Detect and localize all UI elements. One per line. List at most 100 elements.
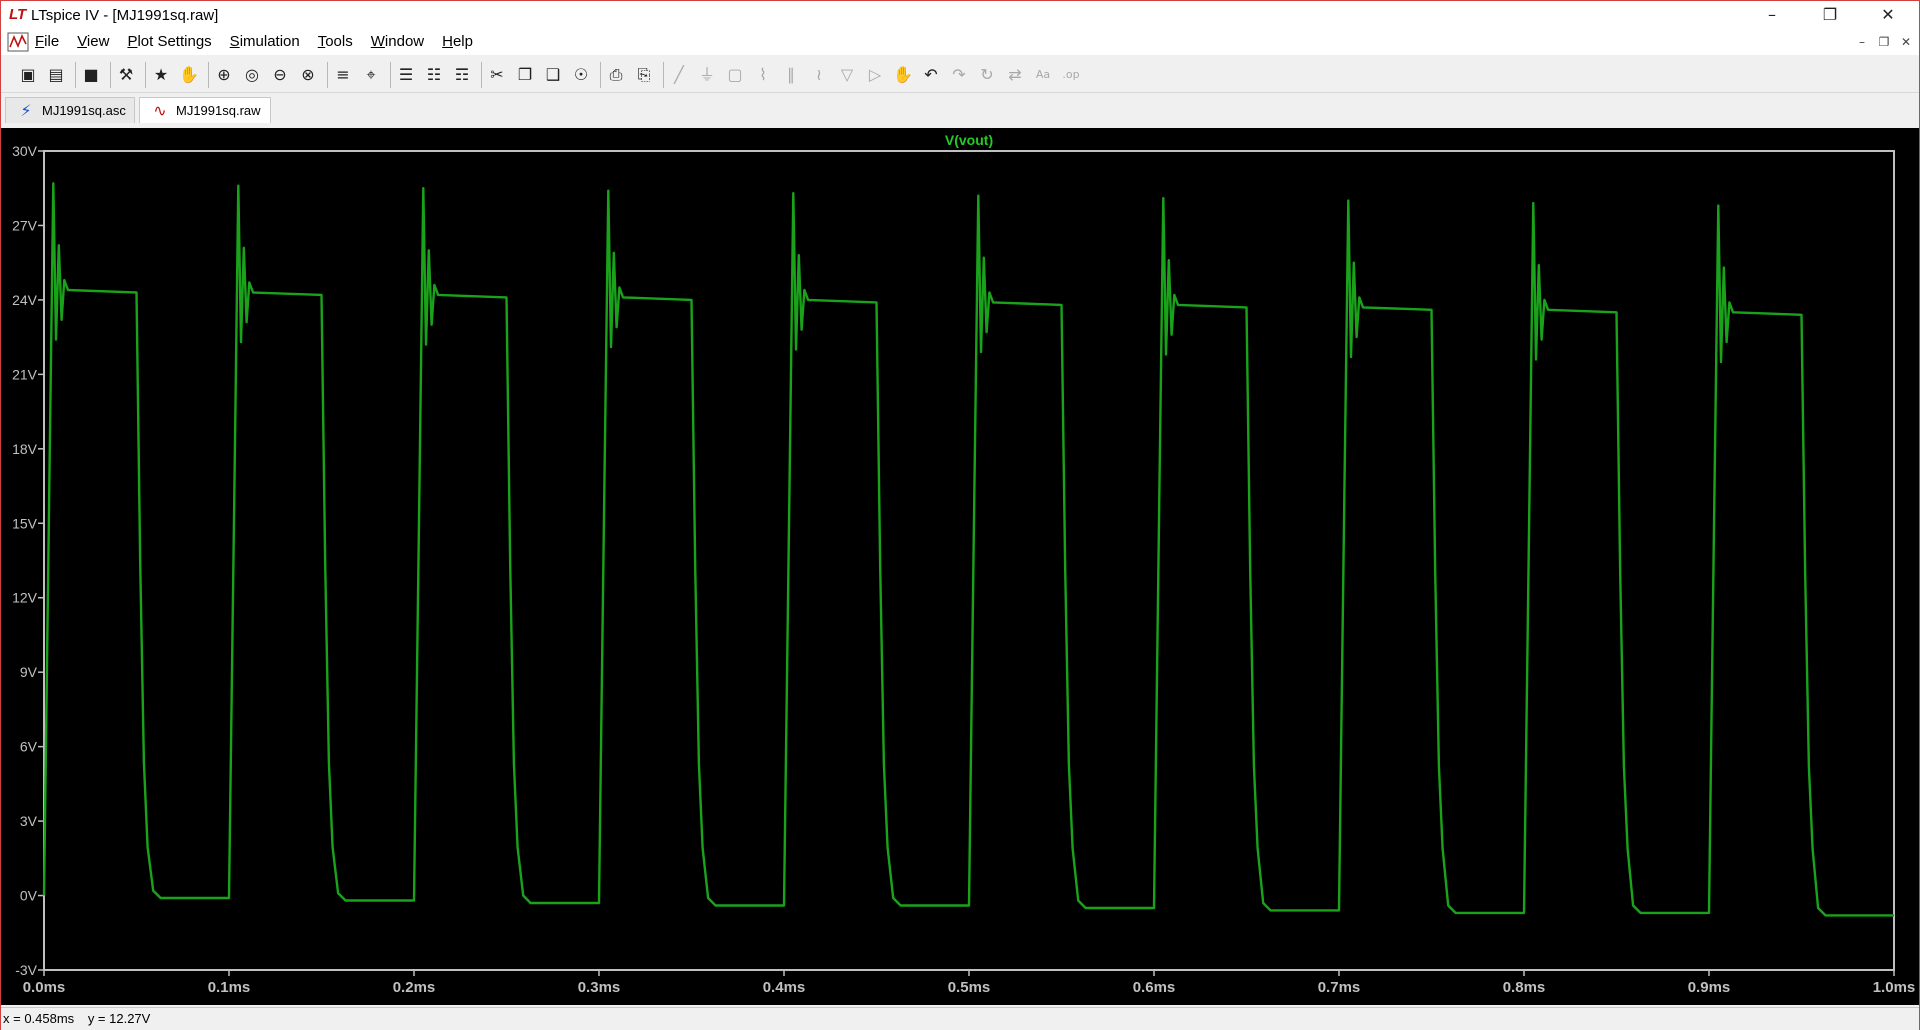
x-tick-label: 1.0ms [1873, 979, 1916, 996]
y-tick-label: 15V [12, 515, 38, 531]
menu-bar: File View Plot Settings Simulation Tools Wind… [1, 29, 1919, 55]
x-tick-label: 0.0ms [23, 979, 66, 996]
menu-simulation[interactable]: Simulation [230, 33, 300, 50]
menu-file[interactable]: File [35, 33, 59, 50]
x-tick-label: 0.2ms [393, 979, 436, 996]
copy-icon[interactable]: ❐ [514, 64, 536, 86]
rotate-icon[interactable]: ↻ [976, 64, 998, 86]
new-schematic-icon[interactable]: ▣ [17, 64, 39, 86]
spice-directive-icon[interactable]: .op [1060, 64, 1082, 86]
menu-accelerator: P [127, 33, 138, 50]
mdi-minimize-button[interactable]: – [1853, 34, 1871, 50]
find-icon[interactable]: ☉ [570, 64, 592, 86]
zoom-fit-icon[interactable]: ⊗ [297, 64, 319, 86]
x-tick-label: 0.5ms [948, 979, 991, 996]
menu-accelerator: V [77, 33, 87, 50]
y-tick-label: 24V [12, 292, 38, 308]
zoom-in-icon[interactable]: ⊕ [213, 64, 235, 86]
title-bar[interactable]: LT LTspice IV - [MJ1991sq.raw] – ❐ ✕ [1, 1, 1919, 29]
schematic-icon: ⚡ [20, 101, 32, 120]
diode-icon[interactable]: ▽ [836, 64, 858, 86]
paste-icon[interactable]: ❑ [542, 64, 564, 86]
tab-label: MJ1991sq.raw [176, 103, 261, 118]
x-tick-label: 0.6ms [1133, 979, 1176, 996]
restore-button[interactable]: ❐ [1801, 1, 1859, 29]
redo-icon[interactable]: ↷ [948, 64, 970, 86]
toolbar-separator [663, 62, 664, 88]
x-tick-label: 0.7ms [1318, 979, 1361, 996]
pan-hand-icon[interactable]: ✋ [178, 64, 200, 86]
mirror-icon[interactable]: ⇄ [1004, 64, 1026, 86]
y-tick-label: 30V [12, 143, 38, 159]
x-tick-label: 0.1ms [208, 979, 251, 996]
cursor-x-readout: x = 0.458ms [3, 1011, 75, 1026]
run-icon[interactable]: ★ [150, 64, 172, 86]
resistor-icon[interactable]: ⌇ [752, 64, 774, 86]
cut-icon[interactable]: ✂ [486, 64, 508, 86]
toolbar-separator [600, 62, 601, 88]
capacitor-icon[interactable]: ∥ [780, 64, 802, 86]
x-tick-label: 0.9ms [1688, 979, 1731, 996]
y-tick-label: 6V [20, 739, 38, 755]
cascade-icon[interactable]: ☷ [423, 64, 445, 86]
y-tick-label: 9V [20, 664, 38, 680]
menu-help[interactable]: Help [442, 33, 473, 50]
mdi-close-button[interactable]: ✕ [1897, 34, 1915, 50]
autorange-icon[interactable]: ≡ [332, 64, 354, 86]
menu-accelerator: S [229, 33, 240, 50]
ltspice-logo-icon: LT [9, 6, 27, 23]
cursor-y-readout: y = 12.27V [87, 1011, 151, 1026]
toolbar-separator [327, 62, 328, 88]
component-icon[interactable]: ▷ [864, 64, 886, 86]
plot-canvas[interactable]: V(vout)30V27V24V21V18V15V12V9V6V3V0V-3V0… [1, 128, 1919, 1005]
inductor-icon[interactable]: ≀ [808, 64, 830, 86]
x-tick-label: 0.3ms [578, 979, 621, 996]
menu-accelerator: T [317, 33, 326, 50]
mdi-restore-button[interactable]: ❐ [1875, 34, 1893, 50]
plot-area-icon[interactable]: ⌖ [360, 64, 382, 86]
toolbar-separator [390, 62, 391, 88]
toolbar-separator [110, 62, 111, 88]
open-icon[interactable]: ▤ [45, 64, 67, 86]
control-panel-icon[interactable]: ⚒ [115, 64, 137, 86]
window-title: LTspice IV - [MJ1991sq.raw] [31, 7, 219, 24]
print-preview-icon[interactable]: ⎙ [605, 64, 627, 86]
wire-icon[interactable]: ╱ [668, 64, 690, 86]
save-icon[interactable]: ■ [80, 64, 102, 86]
toolbar-separator [145, 62, 146, 88]
menu-window[interactable]: Window [371, 33, 424, 50]
trace-vout-line [42, 182, 1894, 917]
y-tick-label: 27V [12, 217, 38, 233]
y-tick-label: 3V [20, 813, 38, 829]
y-tick-label: 0V [20, 888, 38, 904]
menu-accelerator: W [370, 33, 385, 50]
close-button[interactable]: ✕ [1859, 1, 1917, 29]
app-window: LT LTspice IV - [MJ1991sq.raw] – ❐ ✕ Fil… [0, 0, 1920, 1030]
zoom-out-icon[interactable]: ⊖ [269, 64, 291, 86]
print-icon[interactable]: ⎘ [633, 64, 655, 86]
menu-view[interactable]: View [77, 33, 109, 50]
zoom-area-icon[interactable]: ◎ [241, 64, 263, 86]
toolbar: ▣ ▤ ■ ⚒ ★ ✋ ⊕ ◎ ⊖ ⊗ ≡ ⌖ ☰ ☷ ☶ ✂ ❐ ❑ ☉ ⎙ ⎘ ╱ ⏚ ▢ ⌇ ∥ ≀ ▽ ▷ ✋ ↶ ↷ ↻ ⇄ Aa .op [1, 56, 1919, 93]
status-bar: x = 0.458ms y = 12.27V [1, 1007, 1919, 1030]
tile-vertical-icon[interactable]: ☶ [451, 64, 473, 86]
menu-accelerator: H [442, 33, 453, 50]
text-icon[interactable]: Aa [1032, 64, 1054, 86]
waveform-plot[interactable]: V(vout) 30V 27V 24V 21V 18V 15V 12V 9V 6V 3V 0V -3V 0… [1, 128, 1919, 1005]
minimize-button[interactable]: – [1743, 1, 1801, 29]
move-icon[interactable]: ✋ [892, 64, 914, 86]
menu-tools[interactable]: Tools [318, 33, 353, 50]
tab-label: MJ1991sq.asc [42, 103, 126, 118]
menu-plot-settings[interactable]: Plot Settings [127, 33, 211, 50]
ground-icon[interactable]: ⏚ [696, 64, 718, 86]
tab-mj1991sq-raw[interactable]: ∿ MJ1991sq.raw [139, 97, 271, 123]
waveform-document-icon[interactable] [7, 32, 29, 52]
y-tick-label: 18V [12, 441, 38, 457]
undo-icon[interactable]: ↶ [920, 64, 942, 86]
label-net-icon[interactable]: ▢ [724, 64, 746, 86]
toolbar-separator [481, 62, 482, 88]
x-tick-label: 0.8ms [1503, 979, 1546, 996]
tile-horizontal-icon[interactable]: ☰ [395, 64, 417, 86]
trace-name-label: V(vout) [945, 132, 993, 148]
tab-mj1991sq-asc[interactable]: ⚡ MJ1991sq.asc [5, 97, 135, 123]
